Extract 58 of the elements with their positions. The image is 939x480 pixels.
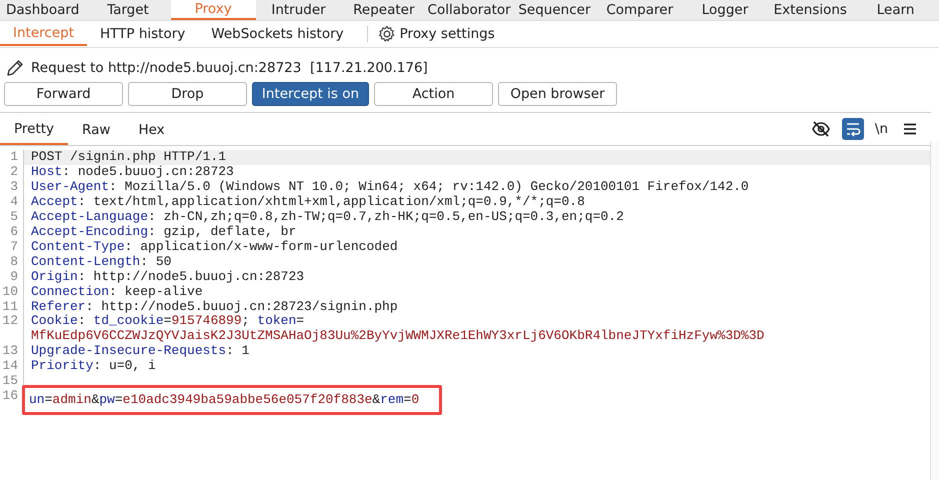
line-number: 9: [9, 270, 19, 285]
code-line: Content-Length: 50: [31, 254, 172, 270]
line-number: 3: [9, 180, 19, 195]
code-line: Priority: u=0, i: [31, 359, 157, 374]
code-line: Accept-Language: zh-CN,zh;q=0.8,zh-TW;q=0.7,zh-HK;q=0.5,en-US;q=0.3,en;q=0.2: [31, 210, 625, 225]
main-tab[interactable]: Logger: [682, 0, 768, 20]
action-button[interactable]: Open browser: [498, 82, 617, 106]
wrap-icon[interactable]: [842, 118, 864, 140]
main-tab[interactable]: Repeater: [341, 0, 426, 20]
main-tab[interactable]: Collaborator: [426, 0, 512, 20]
main-tab[interactable]: Extensions: [768, 0, 853, 20]
code-line: User-Agent: Mozilla/5.0 (Windows NT 10.0; Win64; x64; rv:142.0) Gecko/20100101 Firefox/142.0: [31, 180, 750, 195]
settings-icon[interactable]: [378, 25, 396, 43]
editor-tab[interactable]: Hex: [124, 115, 179, 145]
line-number: 4: [9, 194, 19, 210]
settings-link[interactable]: Proxy settings: [400, 26, 495, 42]
line-number: 5: [9, 210, 19, 225]
line-number: 7: [9, 240, 19, 255]
line-number: 14: [1, 359, 19, 374]
pencil-icon: [5, 58, 25, 78]
code-line: Accept-Encoding: gzip, deflate, br: [31, 224, 298, 240]
code-line: Host: node5.buuoj.cn:28723: [31, 164, 235, 180]
line-number: 6: [9, 224, 19, 240]
code-line: Origin: http://node5.buuoj.cn:28723: [31, 270, 306, 285]
code-line: Cookie: td_cookie=915746899; token= MfKuEdp6V6CCZWJzQYVJaisK2J3UtZMSAHaOj83Uu%2ByYvjWWMJXRe1EhWY3xrLj6V6OKbR4lbneJTYxfiHzFyw%3D%3D: [31, 314, 766, 344]
newline-toggle[interactable]: \n: [874, 120, 889, 138]
main-tab[interactable]: Dashboard: [0, 0, 86, 20]
action-button[interactable]: Drop: [128, 82, 247, 106]
line-number: 12: [1, 314, 19, 330]
scrollbar[interactable]: [930, 142, 939, 480]
main-tab[interactable]: Sequencer: [512, 0, 598, 20]
code-line: POST /signin.php HTTP/1.1: [31, 150, 228, 165]
line-number: 11: [1, 300, 19, 314]
sub-tab[interactable]: WebSockets history: [198, 22, 357, 46]
editor-tab[interactable]: Raw: [68, 115, 124, 145]
code-line: Connection: keep-alive: [31, 284, 204, 300]
line-number: 13: [1, 344, 19, 360]
action-button[interactable]: Action: [374, 82, 493, 106]
line-number: 8: [9, 254, 19, 270]
main-tab[interactable]: Target: [85, 0, 171, 20]
main-tab[interactable]: Comparer: [597, 0, 682, 20]
line-number: 15: [1, 374, 19, 390]
sub-tab[interactable]: HTTP history: [86, 22, 198, 46]
line-number: 1: [9, 150, 19, 165]
line-number: 10: [1, 284, 19, 300]
code-line: Accept: text/html,application/xhtml+xml,application/xml;q=0.9,*/*;q=0.8: [31, 194, 586, 210]
main-tab[interactable]: Intruder: [256, 0, 342, 20]
editor-tab[interactable]: Pretty: [0, 115, 68, 145]
code-line: Upgrade-Insecure-Requests: 1: [31, 344, 250, 360]
main-tab[interactable]: Learn: [852, 0, 938, 20]
action-button[interactable]: Forward: [4, 82, 123, 106]
line-number: 16: [1, 389, 19, 406]
code-line: Content-Type: application/x-www-form-urlencoded: [31, 240, 399, 255]
intercept-toggle-button[interactable]: Intercept is on: [252, 82, 369, 106]
code-line: Referer: http://node5.buuoj.cn:28723/signin.php: [31, 300, 399, 314]
line-number: 2: [9, 164, 19, 180]
code-line: un=admin&pw=e10adc3949ba59abbe56e057f20f883e&rem=0: [29, 393, 420, 408]
request-info: Request to http://node5.buuoj.cn:28723 [117.21.200.176]: [31, 60, 428, 76]
